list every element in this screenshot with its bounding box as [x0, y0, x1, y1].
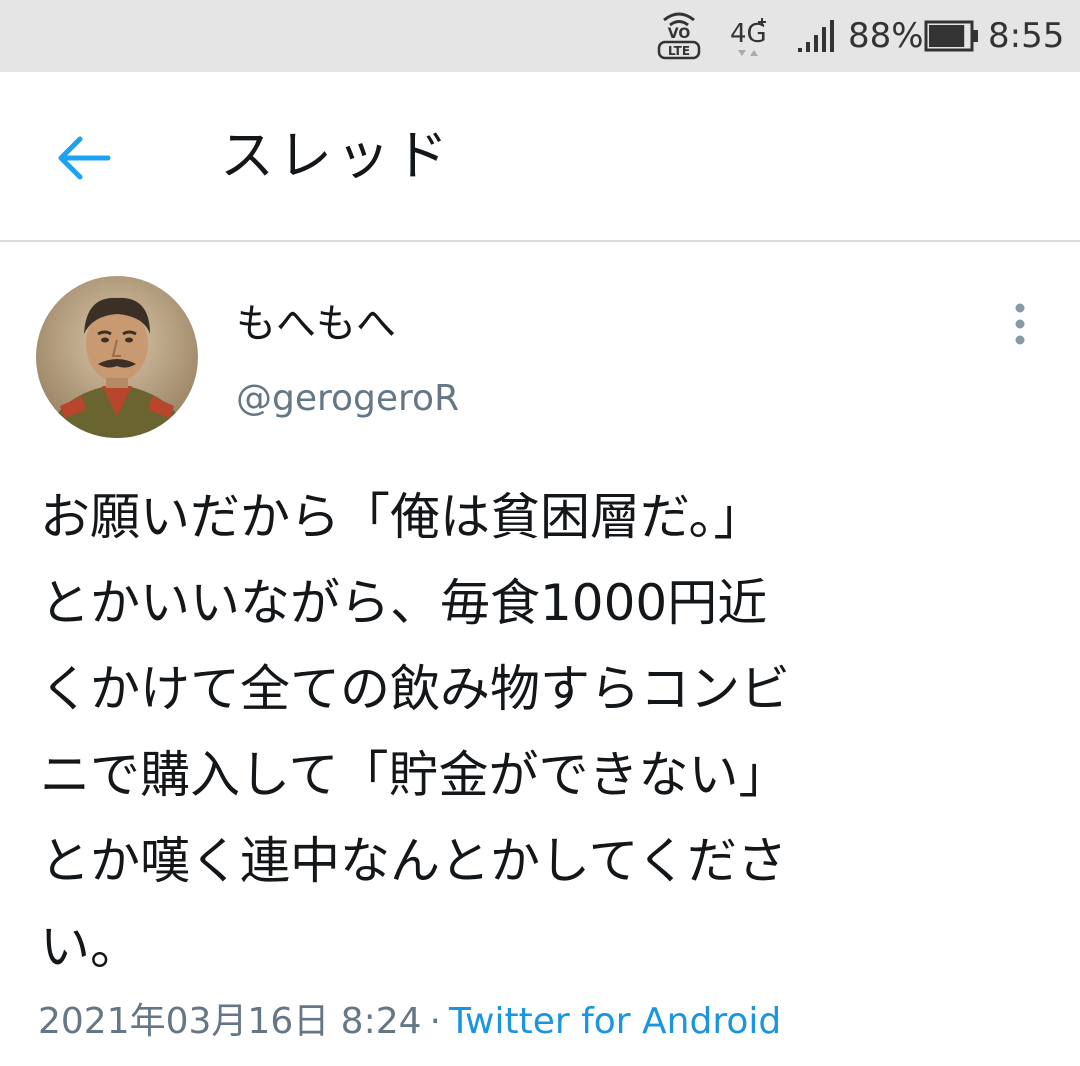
user-handle[interactable]: @gerogeroR: [236, 374, 459, 424]
tweet-source-link[interactable]: Twitter for Android: [449, 1001, 781, 1042]
page-title: スレッド: [220, 124, 452, 187]
tweet-meta: 2021年03月16日 8:24 · Twitter for Android: [38, 996, 781, 1048]
lte-label: LTE: [668, 44, 690, 58]
signal-icon: [798, 20, 834, 52]
meta-separator: ·: [429, 1001, 441, 1042]
header-bar: スレッド: [0, 72, 1080, 242]
arrow-left-icon: [58, 136, 111, 180]
back-button[interactable]: [48, 122, 120, 194]
avatar[interactable]: [36, 276, 198, 438]
tweet-timestamp[interactable]: 2021年03月16日 8:24: [38, 1001, 422, 1042]
status-bar: VO LTE 4G 88% 8:55: [0, 0, 1080, 72]
more-vertical-icon: [1015, 303, 1025, 345]
tweet-text: お願いだから「俺は貧困層だ。」 とかいいながら、毎食1000円近 くかけて全ての…: [40, 488, 790, 976]
volte-label: VO: [668, 26, 691, 42]
display-name[interactable]: もへもへ: [236, 296, 396, 352]
battery-percent: 88%: [848, 16, 924, 56]
more-options-button[interactable]: [1000, 300, 1040, 348]
network-4g-icon: 4G: [730, 18, 767, 56]
clock: 8:55: [988, 16, 1065, 56]
battery-icon: [924, 20, 978, 52]
volte-icon: VO LTE: [657, 12, 701, 60]
